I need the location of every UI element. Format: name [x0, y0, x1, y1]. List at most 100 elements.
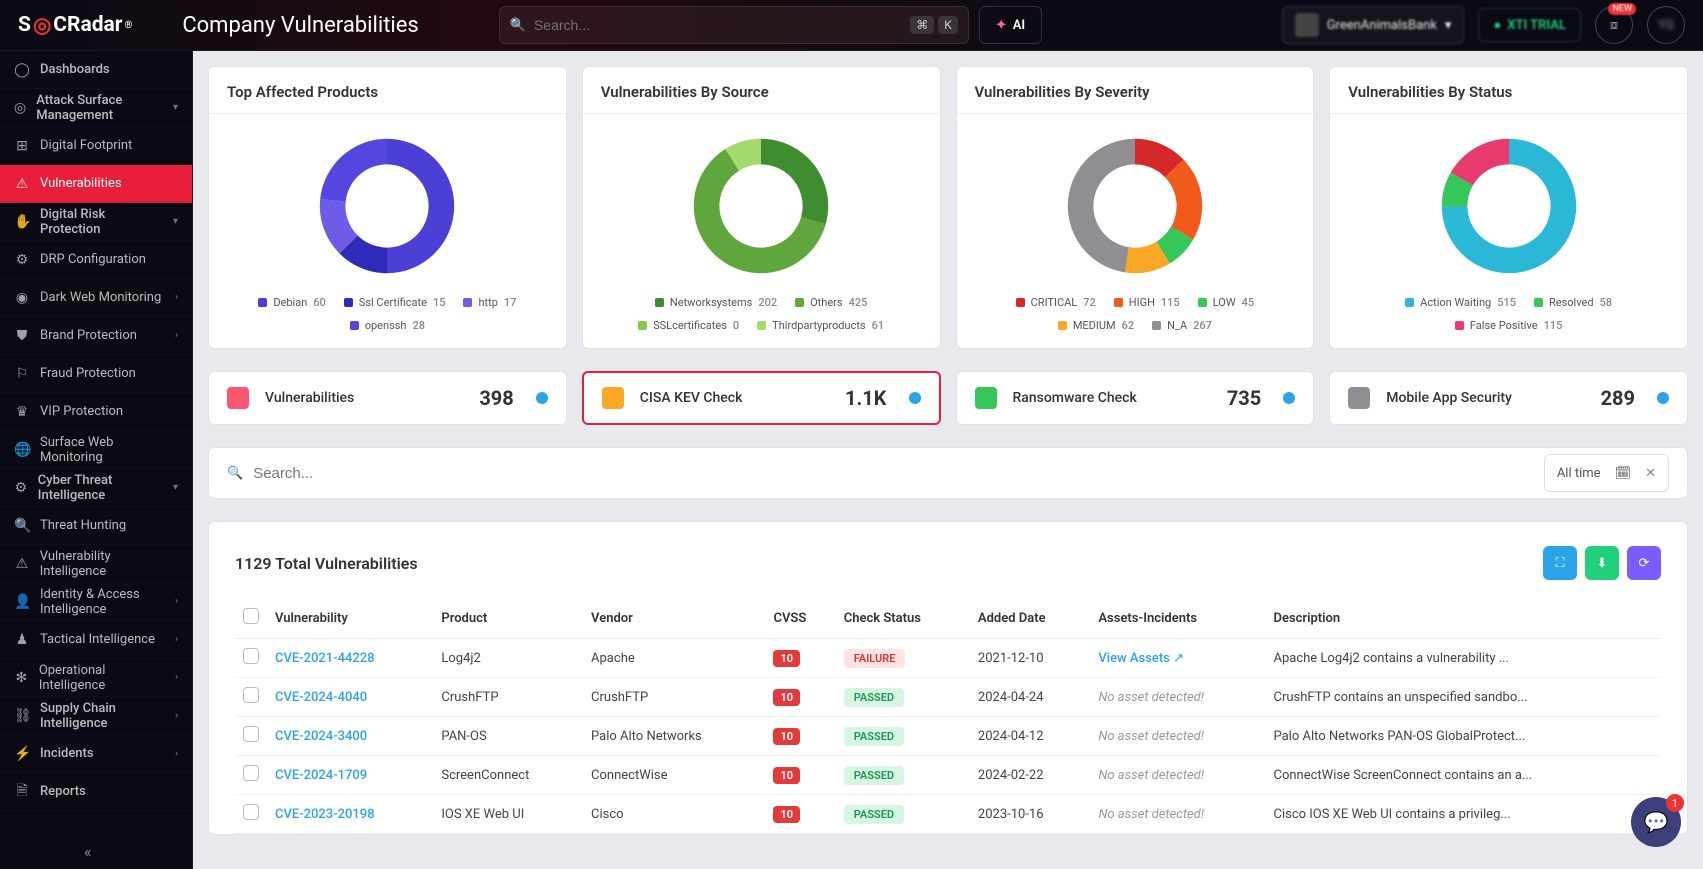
- sidebar-item-incidents[interactable]: ⚡Incidents›: [0, 735, 192, 773]
- select-all-checkbox[interactable]: [243, 608, 259, 624]
- sidebar-item-operational[interactable]: ✻Operational Intelligence›: [0, 659, 192, 697]
- col-cvss[interactable]: CVSS: [765, 598, 835, 639]
- cve-link[interactable]: CVE-2024-1709: [275, 768, 367, 783]
- sidebar-item-dashboards[interactable]: ◯Dashboards: [0, 51, 192, 89]
- table-row[interactable]: CVE-2024-4040 CrushFTP CrushFTP 10 PASSE…: [235, 678, 1661, 717]
- row-checkbox[interactable]: [243, 648, 259, 664]
- row-checkbox[interactable]: [243, 687, 259, 703]
- legend-item[interactable]: http17: [463, 296, 516, 309]
- swatch-icon: [1405, 298, 1414, 307]
- legend-item[interactable]: Ssl Certificate15: [344, 296, 446, 309]
- view-assets-link[interactable]: View Assets ↗: [1098, 651, 1184, 666]
- trial-badge[interactable]: ● XTI TRIAL: [1478, 8, 1581, 42]
- info-icon[interactable]: [536, 392, 548, 404]
- donut-chart-products[interactable]: [307, 126, 467, 286]
- donut-chart-status[interactable]: [1429, 126, 1589, 286]
- sidebar-item-tactical[interactable]: ♟Tactical Intelligence›: [0, 621, 192, 659]
- sidebar-item-fraud[interactable]: ⚐Fraud Protection: [0, 355, 192, 393]
- table-row[interactable]: CVE-2023-20198 IOS XE Web UI Cisco 10 PA…: [235, 795, 1661, 834]
- cve-link[interactable]: CVE-2024-4040: [275, 690, 367, 705]
- download-button[interactable]: ⬇: [1585, 546, 1619, 580]
- stat-ransomware[interactable]: Ransomware Check 735: [956, 371, 1315, 425]
- stat-vulnerabilities[interactable]: Vulnerabilities 398: [208, 371, 567, 425]
- ai-button[interactable]: ✦ AI: [979, 6, 1042, 44]
- sidebar-item-darkweb[interactable]: ◉Dark Web Monitoring›: [0, 279, 192, 317]
- sidebar-item-vip[interactable]: ♛VIP Protection: [0, 393, 192, 431]
- alert-icon: ⚐: [14, 366, 30, 382]
- legend-item[interactable]: LOW45: [1198, 296, 1254, 309]
- brand-logo[interactable]: S◎CRadar®: [18, 13, 132, 38]
- cve-link[interactable]: CVE-2021-44228: [275, 651, 375, 666]
- notifications-button[interactable]: ⧇ NEW: [1595, 6, 1633, 44]
- swatch-icon: [1348, 387, 1370, 409]
- close-icon[interactable]: ✕: [1645, 466, 1656, 481]
- col-description[interactable]: Description: [1265, 598, 1661, 639]
- org-switcher[interactable]: GreenAnimalsBank ▾: [1282, 6, 1465, 44]
- cell-vendor: Cisco: [583, 795, 765, 834]
- col-vendor[interactable]: Vendor: [583, 598, 765, 639]
- sidebar-item-vulnerabilities[interactable]: ⚠Vulnerabilities: [0, 165, 192, 203]
- legend-item[interactable]: SSLcertificates0: [638, 319, 739, 332]
- swatch-icon: [1016, 298, 1025, 307]
- col-product[interactable]: Product: [433, 598, 583, 639]
- legend-item[interactable]: N_A267: [1152, 319, 1212, 332]
- sidebar-item-threat-hunting[interactable]: 🔍Threat Hunting: [0, 507, 192, 545]
- sidebar-collapse-button[interactable]: «: [0, 834, 192, 869]
- global-search-input[interactable]: [534, 17, 906, 33]
- col-assets[interactable]: Assets-Incidents: [1090, 598, 1265, 639]
- fullscreen-button[interactable]: ⛶: [1543, 546, 1577, 580]
- donut-chart-source[interactable]: [681, 126, 841, 286]
- chat-fab[interactable]: 💬 1: [1631, 797, 1681, 847]
- sidebar-item-identity[interactable]: 👤Identity & Access Intelligence›: [0, 583, 192, 621]
- sidebar-item-drp[interactable]: ✋Digital Risk Protection▾: [0, 203, 192, 241]
- table-search-input[interactable]: [253, 465, 1544, 482]
- sidebar-item-supplychain[interactable]: ⛓Supply Chain Intelligence›: [0, 697, 192, 735]
- refresh-button[interactable]: ⟳: [1627, 546, 1661, 580]
- cvss-badge: 10: [773, 767, 800, 784]
- sidebar-item-brand[interactable]: ⛊Brand Protection›: [0, 317, 192, 355]
- table-row[interactable]: CVE-2021-44228 Log4j2 Apache 10 FAILURE …: [235, 639, 1661, 678]
- legend-item[interactable]: CRITICAL72: [1016, 296, 1096, 309]
- user-avatar[interactable]: YS: [1647, 6, 1685, 44]
- sidebar-item-vuln-intel[interactable]: ⚠Vulnerability Intelligence: [0, 545, 192, 583]
- row-checkbox[interactable]: [243, 726, 259, 742]
- legend-item[interactable]: Resolved58: [1534, 296, 1612, 309]
- table-row[interactable]: CVE-2024-1709 ScreenConnect ConnectWise …: [235, 756, 1661, 795]
- eye-icon: ◉: [14, 290, 30, 306]
- sidebar-item-cti[interactable]: ⚙Cyber Threat Intelligence▾: [0, 469, 192, 507]
- info-icon[interactable]: [1283, 392, 1295, 404]
- chevron-right-icon: ›: [175, 330, 178, 341]
- row-checkbox[interactable]: [243, 804, 259, 820]
- cve-link[interactable]: CVE-2024-3400: [275, 729, 367, 744]
- global-search[interactable]: 🔍 ⌘ K: [499, 6, 969, 44]
- col-added-date[interactable]: Added Date: [970, 598, 1090, 639]
- sidebar-item-surfaceweb[interactable]: 🌐Surface Web Monitoring: [0, 431, 192, 469]
- info-icon[interactable]: [1657, 392, 1669, 404]
- sidebar-item-asm[interactable]: ◎Attack Surface Management▾: [0, 89, 192, 127]
- time-range-select[interactable]: All time 🗓 ✕: [1544, 454, 1669, 492]
- page-title: Company Vulnerabilities: [182, 13, 418, 38]
- col-check-status[interactable]: Check Status: [836, 598, 970, 639]
- table-row[interactable]: CVE-2024-3400 PAN-OS Palo Alto Networks …: [235, 717, 1661, 756]
- legend-item[interactable]: Action Waiting515: [1405, 296, 1516, 309]
- info-icon[interactable]: [909, 392, 921, 404]
- legend-item[interactable]: Others425: [795, 296, 867, 309]
- legend-item[interactable]: Debian60: [258, 296, 325, 309]
- legend-item[interactable]: HIGH115: [1114, 296, 1180, 309]
- col-vulnerability[interactable]: Vulnerability: [267, 598, 433, 639]
- chevron-right-icon: ›: [175, 634, 178, 645]
- donut-chart-severity[interactable]: [1055, 126, 1215, 286]
- row-checkbox[interactable]: [243, 765, 259, 781]
- sidebar-item-drp-config[interactable]: ⚙DRP Configuration: [0, 241, 192, 279]
- stat-cisa-kev[interactable]: CISA KEV Check 1.1K: [582, 371, 941, 425]
- legend-item[interactable]: openssh28: [350, 319, 425, 332]
- stat-mobile-app[interactable]: Mobile App Security 289: [1329, 371, 1688, 425]
- sidebar-item-reports[interactable]: 🗎Reports: [0, 773, 192, 811]
- legend-item[interactable]: Thirdpartyproducts61: [757, 319, 884, 332]
- legend-item[interactable]: Networksystems202: [655, 296, 777, 309]
- legend-item[interactable]: False Positive115: [1455, 319, 1562, 332]
- legend-source: Networksystems202 Others425 SSLcertificate…: [601, 296, 922, 332]
- sidebar-item-digital-footprint[interactable]: ⊞Digital Footprint: [0, 127, 192, 165]
- cve-link[interactable]: CVE-2023-20198: [275, 807, 375, 822]
- legend-item[interactable]: MEDIUM62: [1058, 319, 1134, 332]
